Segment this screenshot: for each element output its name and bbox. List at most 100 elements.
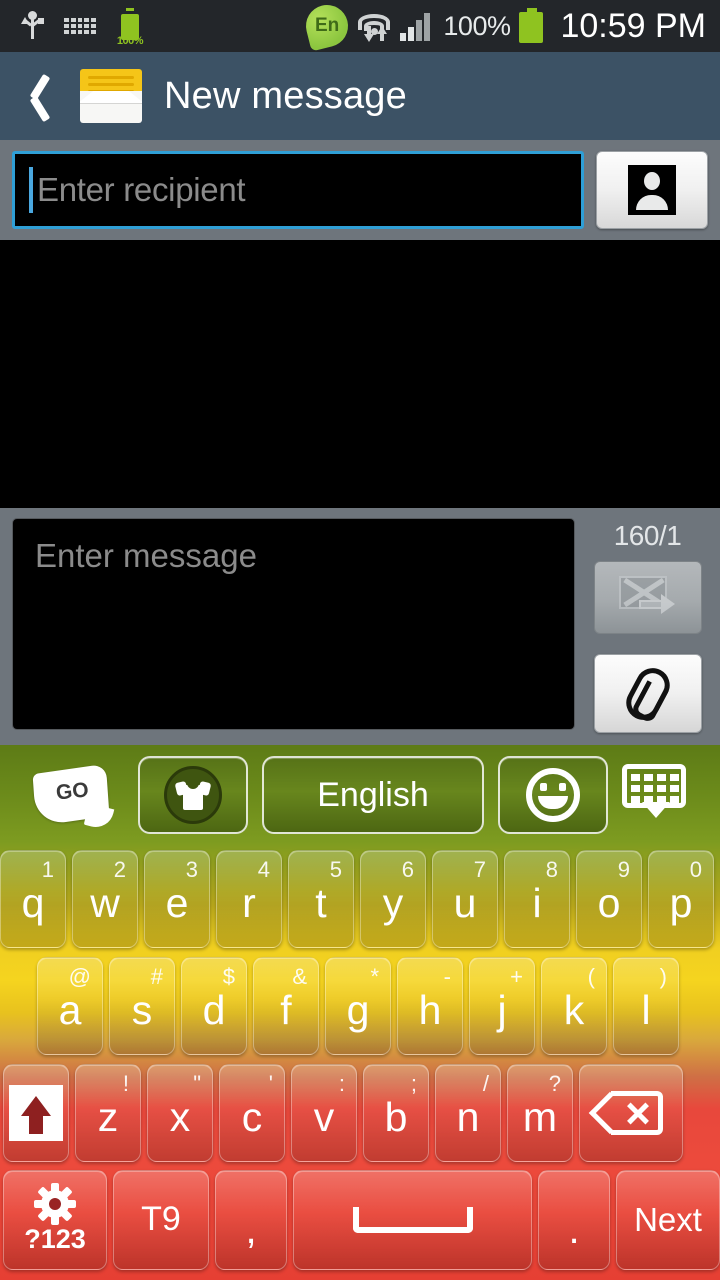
key-main-label: u	[453, 880, 477, 926]
key-l[interactable]: ) l	[613, 956, 679, 1055]
key-main-label: y	[382, 880, 404, 926]
key-sub-label: /	[482, 1070, 489, 1096]
key-main-label: s	[131, 987, 153, 1033]
title-bar: New message	[0, 52, 720, 140]
key-sub-label: *	[370, 963, 379, 989]
key-sub-label: 8	[545, 856, 558, 882]
key-d[interactable]: $ d	[181, 956, 247, 1055]
key-h[interactable]: -h	[397, 956, 463, 1055]
battery-small-percent: 100%	[116, 35, 144, 47]
comma-key[interactable]: ,	[215, 1169, 287, 1270]
language-badge-icon: En	[301, 0, 353, 52]
wifi-icon	[357, 9, 391, 43]
compose-area: Enter message 160/1	[0, 508, 720, 745]
key-main-label: i	[532, 880, 542, 926]
key-w[interactable]: 2w	[72, 849, 138, 948]
hide-keyboard-button[interactable]	[622, 764, 692, 826]
back-chevron-icon[interactable]	[14, 68, 68, 124]
signal-bars-icon	[400, 11, 434, 41]
key-main-label: b	[384, 1094, 408, 1140]
key-b[interactable]: ; b	[363, 1063, 429, 1162]
key-c[interactable]: ' c	[219, 1063, 285, 1162]
key-main-label: d	[202, 987, 226, 1033]
key-main-label: g	[346, 987, 370, 1033]
key-sub-label: #	[150, 963, 163, 989]
key-o[interactable]: 9o	[576, 849, 642, 948]
key-a[interactable]: @ a	[37, 956, 103, 1055]
symbols-key[interactable]: ?123	[3, 1169, 107, 1270]
key-y[interactable]: 6y	[360, 849, 426, 948]
key-q[interactable]: 1q	[0, 849, 66, 948]
emoji-button[interactable]	[498, 756, 608, 834]
recipient-input[interactable]: Enter recipient	[12, 151, 584, 229]
key-p[interactable]: 0p	[648, 849, 714, 948]
page-title: New message	[164, 74, 407, 117]
key-sub-label: 9	[617, 856, 630, 882]
contacts-button[interactable]	[596, 151, 708, 229]
go-keyboard-logo[interactable]: GO	[26, 763, 116, 831]
key-m[interactable]: ? m	[507, 1063, 573, 1162]
key-sub-label: ?	[548, 1070, 561, 1096]
key-main-label: j	[497, 987, 507, 1033]
key-e[interactable]: 3e	[144, 849, 210, 948]
comma-key-label: ,	[245, 1208, 257, 1252]
compose-actions: 160/1	[575, 518, 708, 733]
key-sub-label: 4	[257, 856, 270, 882]
shift-key-icon	[9, 1084, 63, 1141]
status-bar: 100% En 100% 10:59 PM	[0, 0, 720, 52]
space-key[interactable]	[293, 1169, 532, 1270]
key-j[interactable]: + j	[469, 956, 535, 1055]
t9-key[interactable]: T9	[113, 1169, 209, 1270]
key-f[interactable]: & f	[253, 956, 319, 1055]
theme-button[interactable]	[138, 756, 248, 834]
key-sub-label: 3	[185, 856, 198, 882]
key-main-label: e	[165, 880, 189, 926]
usb-icon	[21, 11, 44, 41]
next-key[interactable]: Next	[616, 1169, 720, 1270]
key-main-label: n	[456, 1094, 480, 1140]
key-x[interactable]: " x	[147, 1063, 213, 1162]
send-button[interactable]	[593, 561, 702, 635]
key-main-label: x	[169, 1094, 191, 1140]
language-label: English	[317, 775, 429, 814]
backspace-key[interactable]	[579, 1063, 683, 1162]
key-t[interactable]: 5t	[288, 849, 354, 948]
period-key[interactable]: .	[538, 1169, 610, 1270]
key-main-label: k	[563, 987, 585, 1033]
next-key-label: Next	[634, 1200, 702, 1238]
battery-small-icon: 100%	[116, 8, 144, 47]
message-placeholder: Enter message	[35, 537, 257, 574]
shift-key[interactable]	[3, 1063, 69, 1162]
envelope-icon	[80, 69, 142, 123]
key-s[interactable]: # s	[109, 956, 175, 1055]
key-v[interactable]: :v	[291, 1063, 357, 1162]
keyboard-toolbar: GO English	[0, 745, 720, 845]
key-main-label: z	[97, 1094, 119, 1140]
key-z[interactable]: ! z	[75, 1063, 141, 1162]
key-i[interactable]: 8i	[504, 849, 570, 948]
key-n[interactable]: / n	[435, 1063, 501, 1162]
key-g[interactable]: * g	[325, 956, 391, 1055]
keyboard-row-3: ! z " x ' c: v; b / n? m	[0, 1059, 720, 1166]
send-message-icon	[618, 575, 677, 620]
language-button[interactable]: English	[262, 756, 484, 834]
key-sub-label: &	[292, 963, 307, 989]
period-key-label: .	[568, 1208, 580, 1252]
attach-button[interactable]	[593, 654, 702, 733]
key-u[interactable]: 7u	[432, 849, 498, 948]
keyboard-rows: 1q2w3e4r5t6y7u8i9o0p @ a # s $ d & f * g - h + j(k) l …	[0, 845, 720, 1273]
key-main-label: h	[418, 987, 442, 1033]
key-k[interactable]: (k	[541, 956, 607, 1055]
keyboard-icon	[64, 16, 96, 36]
key-r[interactable]: 4r	[216, 849, 282, 948]
key-main-label: c	[241, 1094, 263, 1140]
key-sub-label: 5	[329, 856, 342, 882]
gear-icon	[34, 1183, 76, 1225]
key-main-label: f	[280, 987, 292, 1033]
message-input[interactable]: Enter message	[12, 518, 575, 730]
key-main-label: l	[641, 987, 651, 1033]
key-main-label: t	[315, 880, 327, 926]
key-sub-label: ;	[410, 1070, 417, 1096]
space-bar-icon	[352, 1206, 473, 1233]
tshirt-theme-icon	[164, 766, 222, 824]
